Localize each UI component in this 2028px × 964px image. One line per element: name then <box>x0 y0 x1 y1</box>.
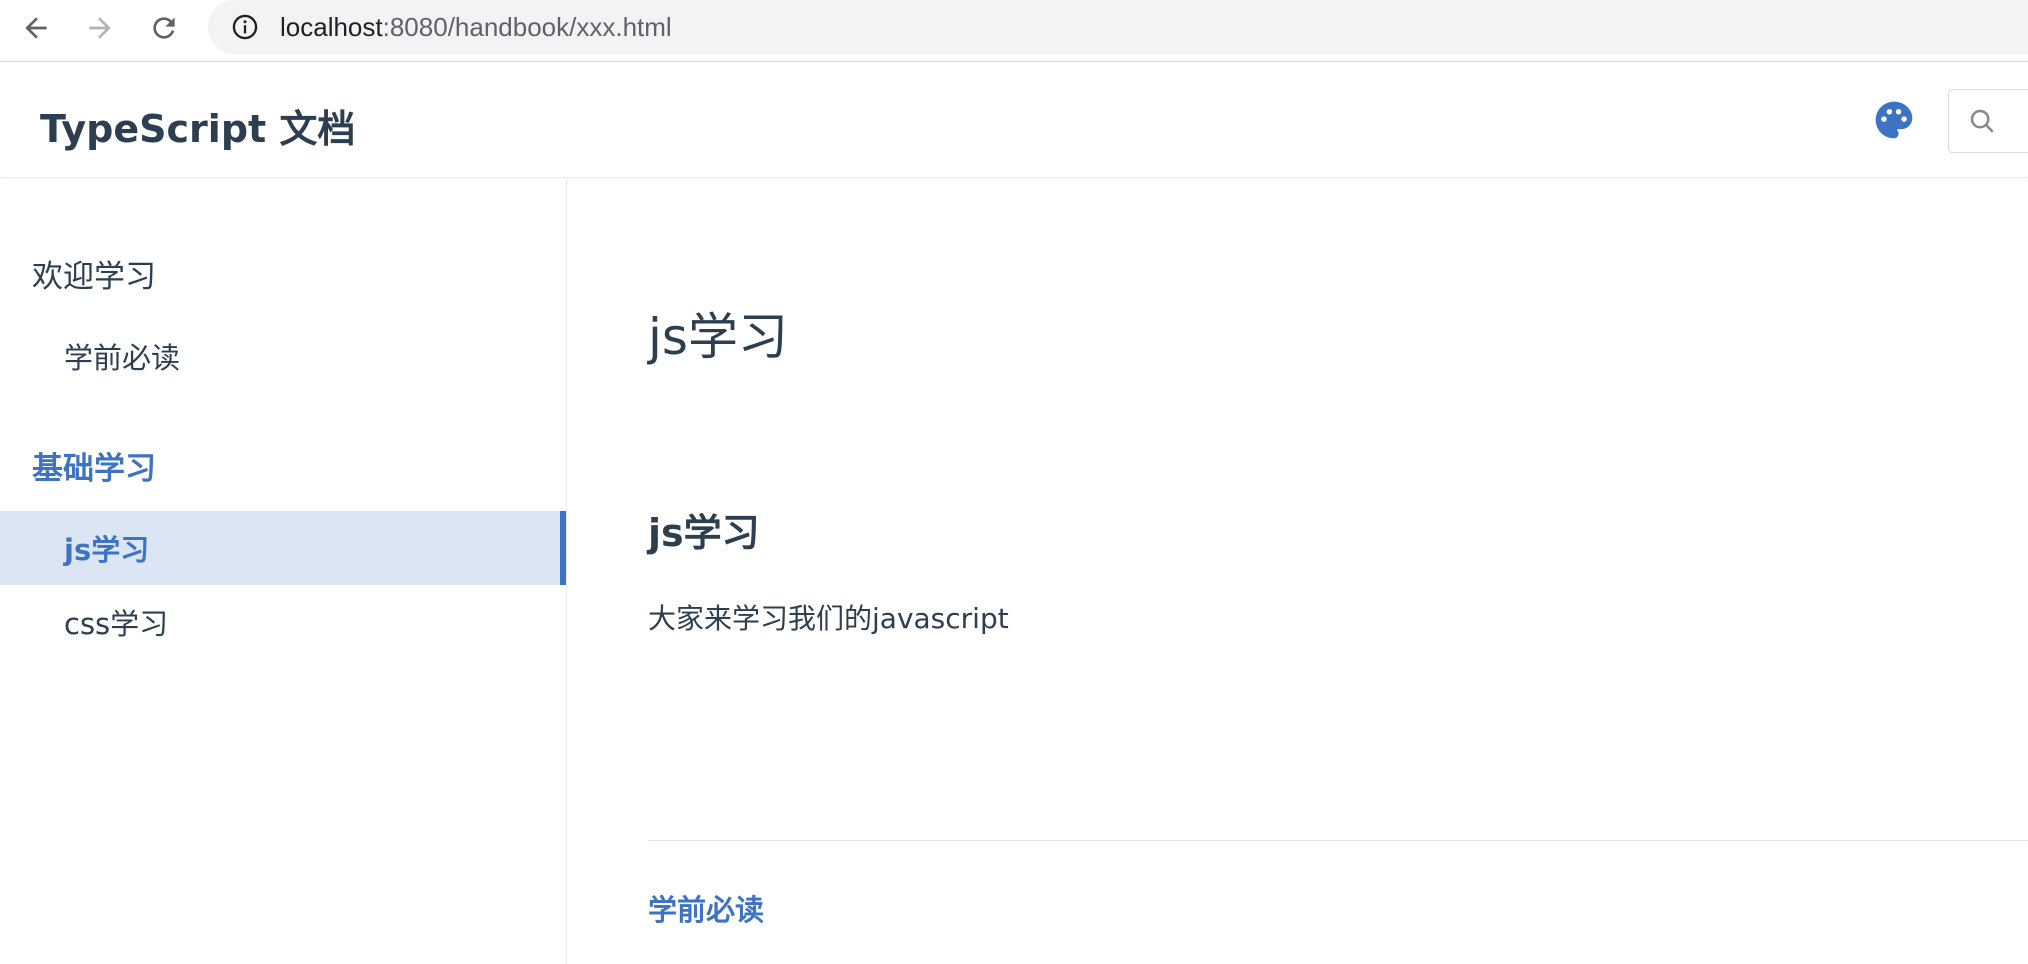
sidebar-group-welcome[interactable]: 欢迎学习 <box>32 251 156 296</box>
sidebar-group-basics[interactable]: 基础学习 <box>32 443 156 488</box>
search-icon <box>1970 109 1994 133</box>
reload-icon <box>153 17 175 39</box>
address-bar[interactable]: localhost:8080/handbook/xxx.html <box>208 0 2028 54</box>
paragraph: 大家来学习我们的javascript <box>648 602 1009 635</box>
prev-page-link[interactable]: 学前必读 <box>648 887 764 929</box>
sidebar-item-js[interactable]: js学习 <box>0 511 566 585</box>
forward-button[interactable] <box>76 4 124 52</box>
back-button[interactable] <box>12 4 60 52</box>
url-text: localhost:8080/handbook/xxx.html <box>280 12 672 43</box>
divider <box>648 840 2028 841</box>
search-input[interactable] <box>1948 89 2028 153</box>
palette-icon[interactable] <box>1872 98 1916 142</box>
url-host: localhost <box>280 11 383 42</box>
site-title[interactable]: TypeScript 文档 <box>40 98 355 153</box>
section-heading: js学习 <box>648 511 760 555</box>
sidebar-item-prereading[interactable]: 学前必读 <box>0 319 566 393</box>
back-arrow-icon <box>25 17 47 39</box>
site-navbar: TypeScript 文档 <box>0 62 2028 178</box>
main-content: js学习 js学习 大家来学习我们的javascript 学前必读 <box>648 179 2028 964</box>
sidebar: 欢迎学习 学前必读 基础学习 js学习 css学习 <box>0 179 567 964</box>
sidebar-item-css[interactable]: css学习 <box>0 585 566 659</box>
browser-toolbar: localhost:8080/handbook/xxx.html <box>0 0 2028 62</box>
reload-button[interactable] <box>140 4 188 52</box>
forward-arrow-icon <box>89 17 111 39</box>
url-path: :8080/handbook/xxx.html <box>382 11 672 42</box>
page-title: js学习 <box>648 308 788 366</box>
info-icon[interactable] <box>230 12 260 42</box>
